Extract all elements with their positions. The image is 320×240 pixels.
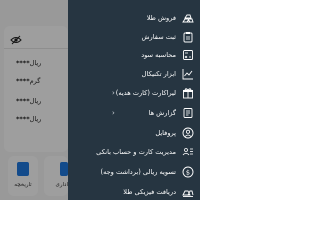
gift-card-icon (182, 87, 194, 99)
withdraw-icon: $ (182, 166, 194, 178)
menu-item-bank-accounts[interactable]: مدیریت کارت و حساب بانکی (68, 142, 200, 162)
profile-icon (182, 127, 194, 139)
menu-item-sell-gold[interactable]: فروش طلا (68, 8, 200, 28)
menu-item-label: پروفایل (155, 129, 176, 137)
menu-item-label: محاسبه سود (141, 51, 176, 59)
gold-bars-icon (182, 12, 194, 24)
menu-item-label: مدیریت کارت و حساب بانکی (96, 148, 176, 156)
menu-item-label: لیراکارت (کارت هدیه) (115, 89, 176, 97)
bank-card-icon (182, 146, 194, 158)
menu-item-gift-card[interactable]: › لیراکارت (کارت هدیه) (68, 83, 200, 103)
menu-item-label: گزارش ها (148, 109, 176, 117)
menu-item-label: دریافت فیزیکی طلا (123, 188, 176, 196)
menu-item-technical-tools[interactable]: ابزار تکنیکال (68, 64, 200, 84)
svg-text:$: $ (186, 168, 190, 176)
chevron-right-icon: › (112, 109, 115, 117)
menu-item-profile[interactable]: پروفایل (68, 123, 200, 143)
menu-item-label: فروش طلا (146, 14, 176, 22)
menu-item-label: تسویه ریالی (برداشت وجه) (100, 168, 177, 176)
menu-item-label: ثبت سفارش (141, 33, 177, 41)
calculator-icon (182, 49, 194, 61)
menu-item-physical-gold[interactable]: دریافت فیزیکی طلا (68, 182, 200, 200)
menu-item-place-order[interactable]: ثبت سفارش (68, 27, 200, 47)
chevron-right-icon: › (112, 89, 115, 97)
menu-item-withdraw[interactable]: $ تسویه ریالی (برداشت وجه) (68, 162, 200, 182)
menu-item-reports[interactable]: › گزارش ها (68, 103, 200, 123)
reports-icon (182, 107, 194, 119)
physical-gold-icon (182, 186, 194, 198)
navigation-drawer: فروش طلا ثبت سفارش محاسبه سود ابزار تکنی… (68, 0, 200, 200)
menu-item-profit-calc[interactable]: محاسبه سود (68, 45, 200, 65)
menu-item-label: ابزار تکنیکال (141, 70, 176, 78)
order-clipboard-icon (182, 31, 194, 43)
chart-icon (182, 68, 194, 80)
